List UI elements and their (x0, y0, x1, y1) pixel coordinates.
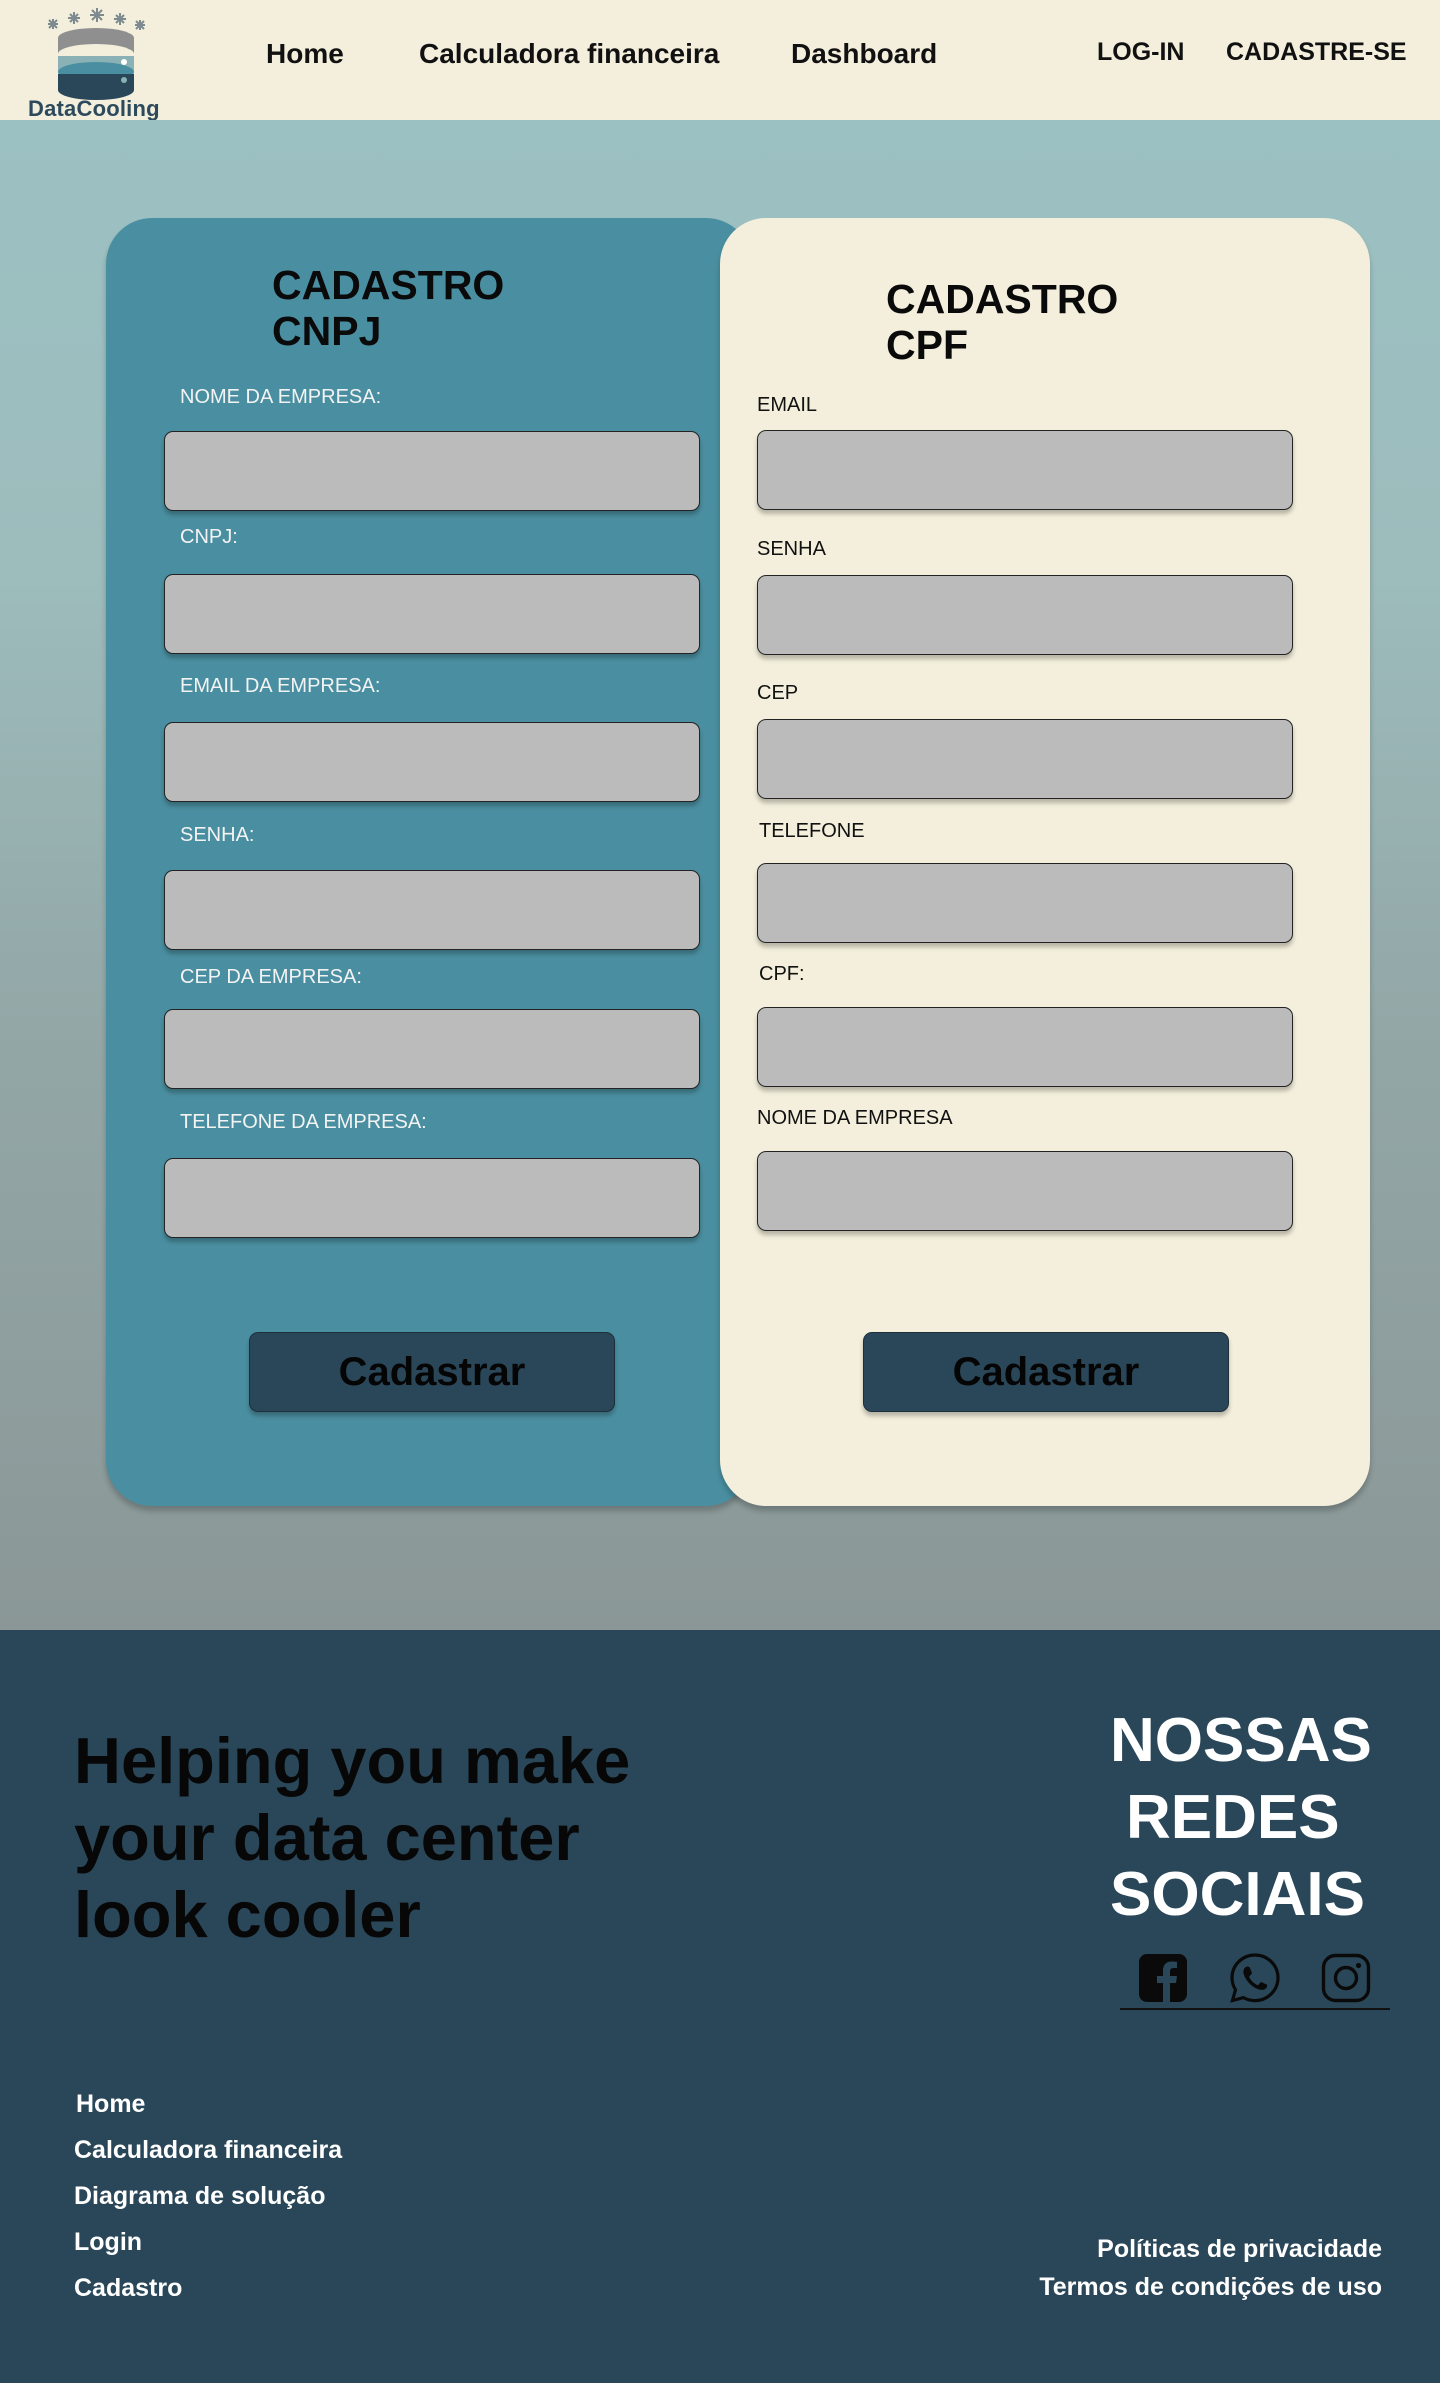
social-title: NOSSAS REDES SOCIAIS (1110, 1706, 1372, 1929)
cnpj-input[interactable] (164, 574, 700, 654)
nav-dashboard[interactable]: Dashboard (791, 38, 937, 70)
field-label-cpf: CPF: (759, 963, 805, 985)
cpf-form-card: CADASTRO CPF EMAIL SENHA CEP TELEFONE CP… (720, 218, 1370, 1506)
site-footer: Helping you make your data center look c… (0, 1630, 1440, 2383)
social-divider (1120, 2008, 1390, 2010)
terms-of-use-link[interactable]: Termos de condições de uso (1039, 2273, 1382, 2302)
instagram-icon[interactable] (1320, 1952, 1372, 2004)
signup-link[interactable]: CADASTRE-SE (1226, 38, 1407, 67)
field-label-cep: CEP (757, 682, 799, 704)
footer-link-diagrama[interactable]: Diagrama de solução (74, 2182, 325, 2211)
cpf-submit-button[interactable]: Cadastrar (863, 1332, 1229, 1412)
field-label-senha: SENHA: (180, 824, 255, 846)
footer-link-calculadora[interactable]: Calculadora financeira (74, 2136, 342, 2165)
cnpj-form-card: CADASTRO CNPJ NOME DA EMPRESA: CNPJ: EMA… (106, 218, 752, 1506)
nome-empresa-input[interactable] (164, 431, 700, 511)
field-label-nome-empresa-cpf: NOME DA EMPRESA (757, 1107, 953, 1129)
cpf-form-title: CADASTRO CPF (886, 276, 1119, 368)
field-label-telefone-empresa: TELEFONE DA EMPRESA: (180, 1111, 427, 1133)
senha-input[interactable] (164, 870, 700, 950)
login-link[interactable]: LOG-IN (1097, 38, 1185, 67)
cnpj-submit-button[interactable]: Cadastrar (249, 1332, 615, 1412)
whatsapp-icon[interactable] (1229, 1952, 1281, 2004)
telefone-input[interactable] (757, 863, 1293, 943)
cnpj-form-title: CADASTRO CNPJ (272, 262, 505, 354)
field-label-telefone: TELEFONE (759, 820, 865, 842)
email-empresa-input[interactable] (164, 722, 700, 802)
nav-calculadora[interactable]: Calculadora financeira (419, 38, 719, 70)
footer-link-cadastro[interactable]: Cadastro (74, 2274, 182, 2303)
senha-cpf-input[interactable] (757, 575, 1293, 655)
privacy-policy-link[interactable]: Políticas de privacidade (1097, 2235, 1382, 2264)
field-label-email-empresa: EMAIL DA EMPRESA: (180, 675, 381, 697)
cep-empresa-input[interactable] (164, 1009, 700, 1089)
footer-tagline: Helping you make your data center look c… (74, 1724, 631, 1951)
footer-link-login[interactable]: Login (74, 2228, 142, 2257)
cep-input[interactable] (757, 719, 1293, 799)
telefone-empresa-input[interactable] (164, 1158, 700, 1238)
field-label-senha-cpf: SENHA (757, 538, 826, 560)
facebook-icon[interactable] (1137, 1952, 1189, 2004)
field-label-email: EMAIL (757, 394, 818, 416)
logo-text: DataCooling (28, 96, 160, 121)
nome-empresa-cpf-input[interactable] (757, 1151, 1293, 1231)
site-header: DataCooling Home Calculadora financeira … (0, 0, 1440, 121)
field-label-cnpj: CNPJ: (180, 526, 238, 548)
email-input[interactable] (757, 430, 1293, 510)
nav-home[interactable]: Home (266, 38, 344, 70)
cpf-input[interactable] (757, 1007, 1293, 1087)
field-label-nome-empresa: NOME DA EMPRESA: (180, 386, 382, 408)
field-label-cep-empresa: CEP DA EMPRESA: (180, 966, 362, 988)
footer-link-home[interactable]: Home (76, 2090, 145, 2119)
